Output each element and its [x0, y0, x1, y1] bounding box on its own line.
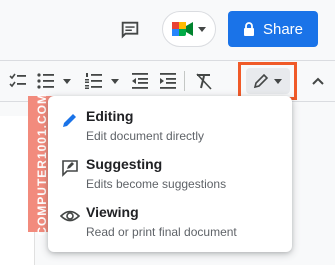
menu-item-subtitle: Edit document directly: [86, 129, 205, 143]
comment-history-button[interactable]: [114, 14, 146, 46]
menu-item-editing[interactable]: Editing Edit document directly: [48, 104, 292, 152]
lock-icon: [243, 22, 254, 36]
checklist-icon: [9, 73, 26, 88]
toolbar-divider: [184, 71, 185, 91]
editing-mode-menu: Editing Edit document directly Suggestin…: [48, 96, 292, 252]
increase-indent-button[interactable]: [158, 69, 178, 93]
editing-mode-button[interactable]: [246, 68, 290, 94]
share-label: Share: [262, 20, 304, 38]
menu-item-title: Editing: [86, 108, 134, 124]
decrease-indent-icon: [132, 73, 148, 89]
bulleted-list-icon: [37, 73, 54, 89]
clear-formatting-icon: [196, 73, 212, 90]
chevron-down-icon: [63, 79, 71, 84]
pencil-icon: [60, 110, 80, 130]
menu-item-subtitle: Edits become suggestions: [86, 177, 227, 191]
share-button[interactable]: Share: [228, 11, 318, 47]
meet-icon: [172, 22, 193, 36]
suggest-edit-icon: [60, 158, 80, 178]
checklist-button[interactable]: [8, 69, 28, 93]
bulleted-list-button[interactable]: [36, 69, 72, 93]
increase-indent-icon: [160, 73, 176, 89]
meet-button[interactable]: [162, 11, 216, 47]
menu-item-viewing[interactable]: Viewing Read or print final document: [48, 200, 292, 248]
chevron-down-icon: [274, 79, 282, 84]
menu-item-suggesting[interactable]: Suggesting Edits become suggestions: [48, 152, 292, 200]
watermark-text: COMPUTER1001.COM: [35, 92, 49, 236]
collapse-toolbar-button[interactable]: [308, 71, 328, 91]
eye-icon: [60, 206, 80, 226]
menu-item-title: Suggesting: [86, 156, 163, 172]
numbered-list-button[interactable]: [84, 69, 120, 93]
pencil-icon: [253, 73, 269, 89]
chevron-down-icon: [198, 27, 206, 32]
decrease-indent-button[interactable]: [130, 69, 150, 93]
chevron-down-icon: [111, 79, 119, 84]
chevron-up-icon: [312, 77, 324, 85]
comment-icon: [121, 21, 139, 39]
clear-formatting-button[interactable]: [194, 69, 214, 93]
menu-item-subtitle: Read or print final document: [86, 225, 237, 239]
numbered-list-icon: [85, 73, 102, 89]
menu-item-title: Viewing: [86, 204, 139, 220]
top-bar: Share: [0, 0, 335, 60]
